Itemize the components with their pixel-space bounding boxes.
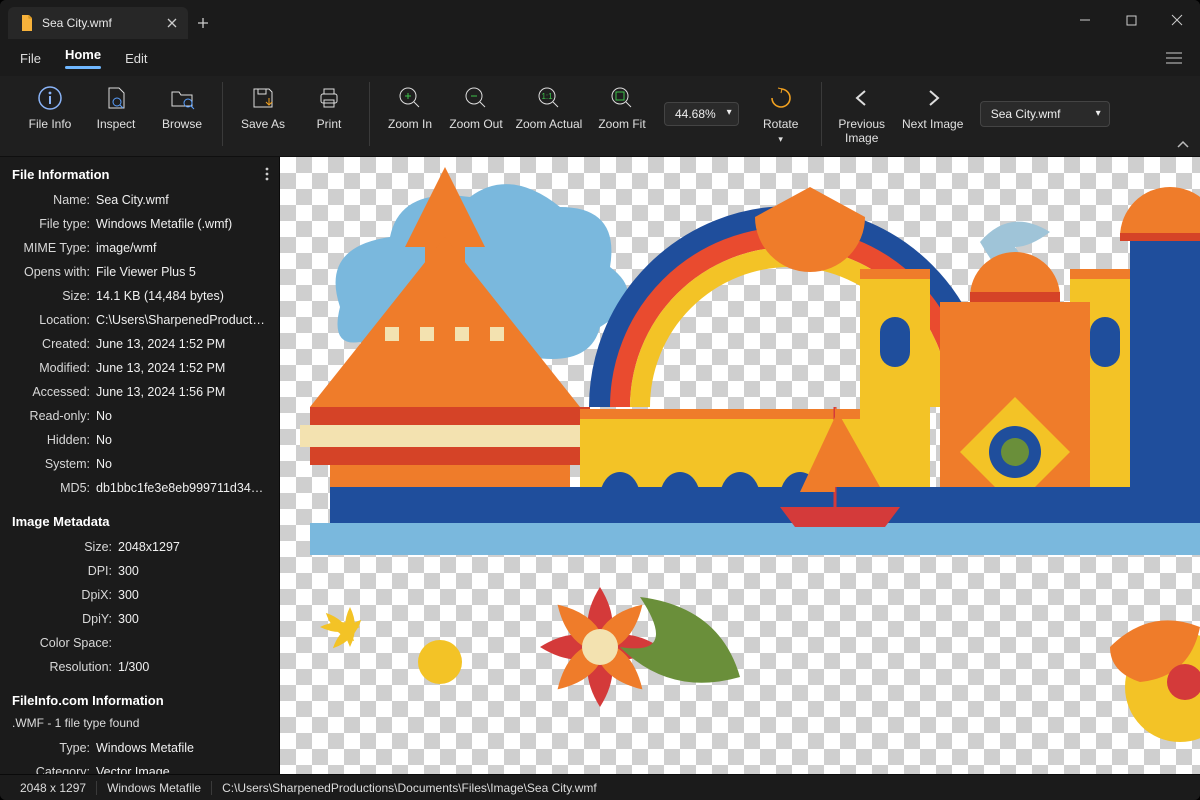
- document-tab[interactable]: Sea City.wmf: [8, 7, 188, 39]
- panel-title-fileinfo: FileInfo.com Information: [0, 679, 279, 714]
- menu-overflow-button[interactable]: [1158, 42, 1190, 74]
- chevron-left-icon: [848, 84, 876, 112]
- document-artwork: [280, 157, 1200, 747]
- status-bar: 2048 x 1297 Windows Metafile C:\Users\Sh…: [0, 774, 1200, 800]
- panel-title-metadata: Image Metadata: [0, 500, 279, 535]
- info-row: MIME Type:image/wmf: [0, 236, 279, 260]
- info-row: Size:2048x1297: [0, 535, 279, 559]
- ribbon-label: Zoom In: [388, 118, 432, 132]
- info-row: Category:Vector Image: [0, 760, 279, 774]
- info-row: Resolution:1/300: [0, 655, 279, 679]
- ribbon-label: Zoom Actual: [516, 118, 583, 132]
- title-bar: Sea City.wmf: [0, 0, 1200, 40]
- ribbon-label: Zoom Out: [449, 118, 502, 132]
- rotate-button[interactable]: Rotate▾: [753, 82, 809, 146]
- menu-edit[interactable]: Edit: [115, 45, 157, 72]
- info-icon: [36, 84, 64, 112]
- info-row: File type:Windows Metafile (.wmf): [0, 212, 279, 236]
- ribbon-label: Next Image: [902, 118, 963, 132]
- info-row: Type:Windows Metafile: [0, 736, 279, 760]
- zoom-out-button[interactable]: Zoom Out: [448, 82, 504, 132]
- info-row: MD5:db1bbc1fe3e8eb999711d349c...: [0, 476, 279, 500]
- fileinfo-subnote: .WMF - 1 file type found: [0, 714, 279, 736]
- chevron-right-icon: [919, 84, 947, 112]
- maximize-button[interactable]: [1108, 4, 1154, 36]
- info-panel: File Information Name:Sea City.wmf File …: [0, 157, 280, 774]
- previous-image-button[interactable]: Previous Image: [834, 82, 890, 146]
- inspect-button[interactable]: Inspect: [88, 82, 144, 132]
- info-row: Read-only:No: [0, 404, 279, 428]
- ribbon-label: Rotate▾: [763, 118, 798, 146]
- info-row: Name:Sea City.wmf: [0, 188, 279, 212]
- info-row: Size:14.1 KB (14,484 bytes): [0, 284, 279, 308]
- info-row: Color Space:: [0, 631, 279, 655]
- rotate-icon: [767, 84, 795, 112]
- browse-button[interactable]: Browse: [154, 82, 210, 132]
- zoom-in-icon: [396, 84, 424, 112]
- info-row: Accessed:June 13, 2024 1:56 PM: [0, 380, 279, 404]
- info-row: Modified:June 13, 2024 1:52 PM: [0, 356, 279, 380]
- next-image-button[interactable]: Next Image: [900, 82, 966, 132]
- ribbon-label: Zoom Fit: [598, 118, 645, 132]
- chevron-down-icon: ▾: [778, 134, 783, 144]
- ribbon-label: Previous Image: [834, 118, 890, 146]
- status-dimensions: 2048 x 1297: [10, 781, 97, 795]
- zoom-fit-icon: [608, 84, 636, 112]
- zoom-level-select[interactable]: 44.68%: [664, 102, 739, 126]
- image-viewport[interactable]: [280, 157, 1200, 774]
- folder-icon: [168, 84, 196, 112]
- new-tab-button[interactable]: [188, 17, 218, 29]
- zoom-in-button[interactable]: Zoom In: [382, 82, 438, 132]
- info-row: Location:C:\Users\SharpenedProductio...: [0, 308, 279, 332]
- svg-text:1:1: 1:1: [541, 92, 553, 101]
- minimize-button[interactable]: [1062, 4, 1108, 36]
- ribbon-toolbar: File Info Inspect Browse Save As Print: [0, 76, 1200, 157]
- collapse-ribbon-button[interactable]: [1176, 140, 1190, 150]
- window-controls: [1062, 4, 1200, 36]
- menu-file[interactable]: File: [10, 45, 51, 72]
- ribbon-label: Inspect: [97, 118, 136, 132]
- save-icon: [249, 84, 277, 112]
- panel-more-button[interactable]: [265, 167, 269, 181]
- zoom-actual-icon: 1:1: [535, 84, 563, 112]
- ribbon-label: File Info: [29, 118, 72, 132]
- info-row: Hidden:No: [0, 428, 279, 452]
- file-icon: [20, 15, 34, 31]
- info-row: DPI:300: [0, 559, 279, 583]
- zoom-out-icon: [462, 84, 490, 112]
- info-row: DpiX:300: [0, 583, 279, 607]
- tab-title: Sea City.wmf: [42, 16, 156, 30]
- file-info-button[interactable]: File Info: [22, 82, 78, 132]
- zoom-actual-button[interactable]: 1:1 Zoom Actual: [514, 82, 584, 132]
- info-row: Opens with:File Viewer Plus 5: [0, 260, 279, 284]
- ribbon-label: Browse: [162, 118, 202, 132]
- image-select-dropdown[interactable]: Sea City.wmf: [980, 101, 1110, 127]
- inspect-icon: [102, 84, 130, 112]
- menu-bar: File Home Edit: [0, 40, 1200, 76]
- ribbon-label: Save As: [241, 118, 285, 132]
- panel-title-file-info: File Information: [12, 167, 110, 182]
- info-row: System:No: [0, 452, 279, 476]
- ribbon-label: Print: [317, 118, 342, 132]
- status-format: Windows Metafile: [97, 781, 212, 795]
- status-path: C:\Users\SharpenedProductions\Documents\…: [212, 781, 607, 795]
- zoom-fit-button[interactable]: Zoom Fit: [594, 82, 650, 132]
- close-window-button[interactable]: [1154, 4, 1200, 36]
- save-as-button[interactable]: Save As: [235, 82, 291, 132]
- menu-home[interactable]: Home: [55, 41, 111, 75]
- print-button[interactable]: Print: [301, 82, 357, 132]
- print-icon: [315, 84, 343, 112]
- info-row: DpiY:300: [0, 607, 279, 631]
- info-row: Created:June 13, 2024 1:52 PM: [0, 332, 279, 356]
- tab-close-button[interactable]: [164, 15, 180, 31]
